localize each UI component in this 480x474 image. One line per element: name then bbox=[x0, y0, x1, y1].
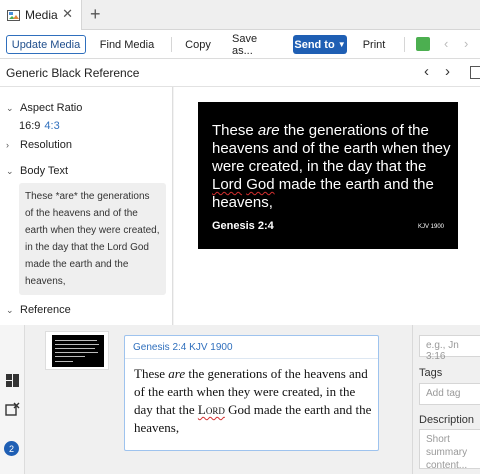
details-panel: e.g., Jn 3:16 Tags Add tag Description S… bbox=[412, 325, 480, 474]
left-rail: 2 bbox=[0, 325, 25, 474]
aspect-ratio-options: 16:9 4:3 bbox=[19, 120, 60, 132]
description-input[interactable]: Short summary content... bbox=[419, 429, 480, 471]
slide-lord: Lord bbox=[212, 176, 243, 193]
card-divider bbox=[125, 358, 378, 359]
tab-label: Media bbox=[25, 8, 58, 22]
count-badge: 2 bbox=[4, 441, 19, 456]
chevron-down-icon: ⌄ bbox=[6, 165, 14, 176]
toolbar-divider bbox=[171, 37, 172, 52]
thumbnail-line bbox=[55, 340, 97, 341]
body-text-field[interactable]: These *are* the generations of the heave… bbox=[19, 183, 166, 295]
back-arrow-icon[interactable]: ‹ bbox=[444, 37, 448, 51]
update-media-button[interactable]: Update Media bbox=[6, 35, 86, 54]
tags-label: Tags bbox=[419, 367, 443, 379]
thumbnail-line bbox=[55, 348, 95, 349]
media-icon bbox=[7, 9, 20, 21]
slide-reference: Genesis 2:4 bbox=[212, 220, 274, 232]
ratio-16-9[interactable]: 16:9 bbox=[19, 120, 40, 132]
thumbnail-line bbox=[55, 356, 85, 357]
title-bar: Generic Black Reference ‹ › bbox=[0, 59, 480, 87]
thumbnail-line bbox=[55, 352, 98, 353]
tags-input[interactable]: Add tag bbox=[419, 383, 480, 405]
page-title: Generic Black Reference bbox=[6, 66, 140, 80]
green-panel-icon[interactable] bbox=[416, 37, 430, 51]
description-label: Description bbox=[419, 414, 475, 426]
tab-bar: Media ✕ + bbox=[0, 0, 480, 30]
forward-arrow-icon[interactable]: › bbox=[464, 37, 468, 51]
save-as-button[interactable]: Save as... bbox=[232, 33, 280, 57]
send-to-button[interactable]: Send to ▼ bbox=[293, 35, 347, 54]
verse-reference-link[interactable]: Genesis 2:4 KJV 1900 bbox=[133, 342, 233, 353]
thumbnail-line bbox=[55, 361, 73, 362]
aspect-ratio-label: Aspect Ratio bbox=[20, 102, 83, 114]
slide-version: KJV 1900 bbox=[417, 224, 444, 230]
thumbnail-line bbox=[55, 344, 99, 345]
layout-icon[interactable] bbox=[5, 373, 20, 388]
ratio-4-3[interactable]: 4:3 bbox=[44, 120, 59, 132]
tab-media[interactable]: Media ✕ bbox=[0, 0, 82, 30]
chevron-right-icon: › bbox=[6, 140, 9, 150]
slide-emphasis: are bbox=[257, 122, 280, 139]
chevron-down-icon: ▼ bbox=[337, 40, 346, 49]
chevron-down-icon: ⌄ bbox=[6, 304, 14, 315]
reference-section[interactable]: ⌄ Reference bbox=[6, 304, 71, 316]
add-tab-icon[interactable]: + bbox=[90, 5, 101, 23]
aspect-ratio-section[interactable]: ⌄ Aspect Ratio bbox=[6, 102, 82, 114]
send-to-label: Send to bbox=[294, 38, 335, 51]
media-thumbnail[interactable] bbox=[45, 331, 109, 370]
slide-god: God bbox=[246, 176, 275, 193]
find-media-button[interactable]: Find Media bbox=[96, 35, 158, 54]
body-text-section[interactable]: ⌄ Body Text bbox=[6, 165, 68, 177]
resolution-section[interactable]: › Resolution bbox=[6, 139, 72, 151]
resolution-label: Resolution bbox=[20, 139, 72, 151]
reference-label: Reference bbox=[20, 304, 71, 316]
verse-card[interactable]: Genesis 2:4 KJV 1900 These are the gener… bbox=[124, 335, 379, 451]
passages-input[interactable]: e.g., Jn 3:16 bbox=[419, 335, 480, 362]
previous-icon[interactable]: ‹ bbox=[424, 64, 429, 80]
copy-button[interactable]: Copy bbox=[182, 35, 214, 54]
body-text-label: Body Text bbox=[20, 165, 69, 177]
settings-panel: ⌄ Aspect Ratio 16:9 4:3 › Resolution ⌄ Bo… bbox=[0, 87, 173, 325]
chevron-down-icon: ⌄ bbox=[6, 102, 14, 113]
verse-text: These are the generations of the heavens… bbox=[134, 366, 372, 435]
thumbnail-image bbox=[52, 335, 104, 367]
close-icon[interactable]: ✕ bbox=[62, 7, 73, 21]
next-icon[interactable]: › bbox=[445, 64, 450, 80]
print-button[interactable]: Print bbox=[358, 35, 390, 54]
toolbar: Update Media Find Media Copy Save as... … bbox=[0, 30, 480, 59]
card-lord: Lord bbox=[197, 402, 225, 417]
sidebar-toggle-icon[interactable] bbox=[470, 66, 480, 79]
remove-media-icon[interactable] bbox=[5, 402, 20, 417]
lower-panel: 2 Genesis 2:4 KJV 1900 These are the gen… bbox=[0, 325, 480, 474]
toolbar-divider bbox=[404, 37, 405, 52]
card-emphasis: are bbox=[168, 366, 186, 381]
preview-area: These are the generations of the heavens… bbox=[174, 87, 480, 325]
slide-text: These are the generations of the heavens… bbox=[212, 122, 451, 211]
slide-preview: These are the generations of the heavens… bbox=[198, 102, 458, 249]
